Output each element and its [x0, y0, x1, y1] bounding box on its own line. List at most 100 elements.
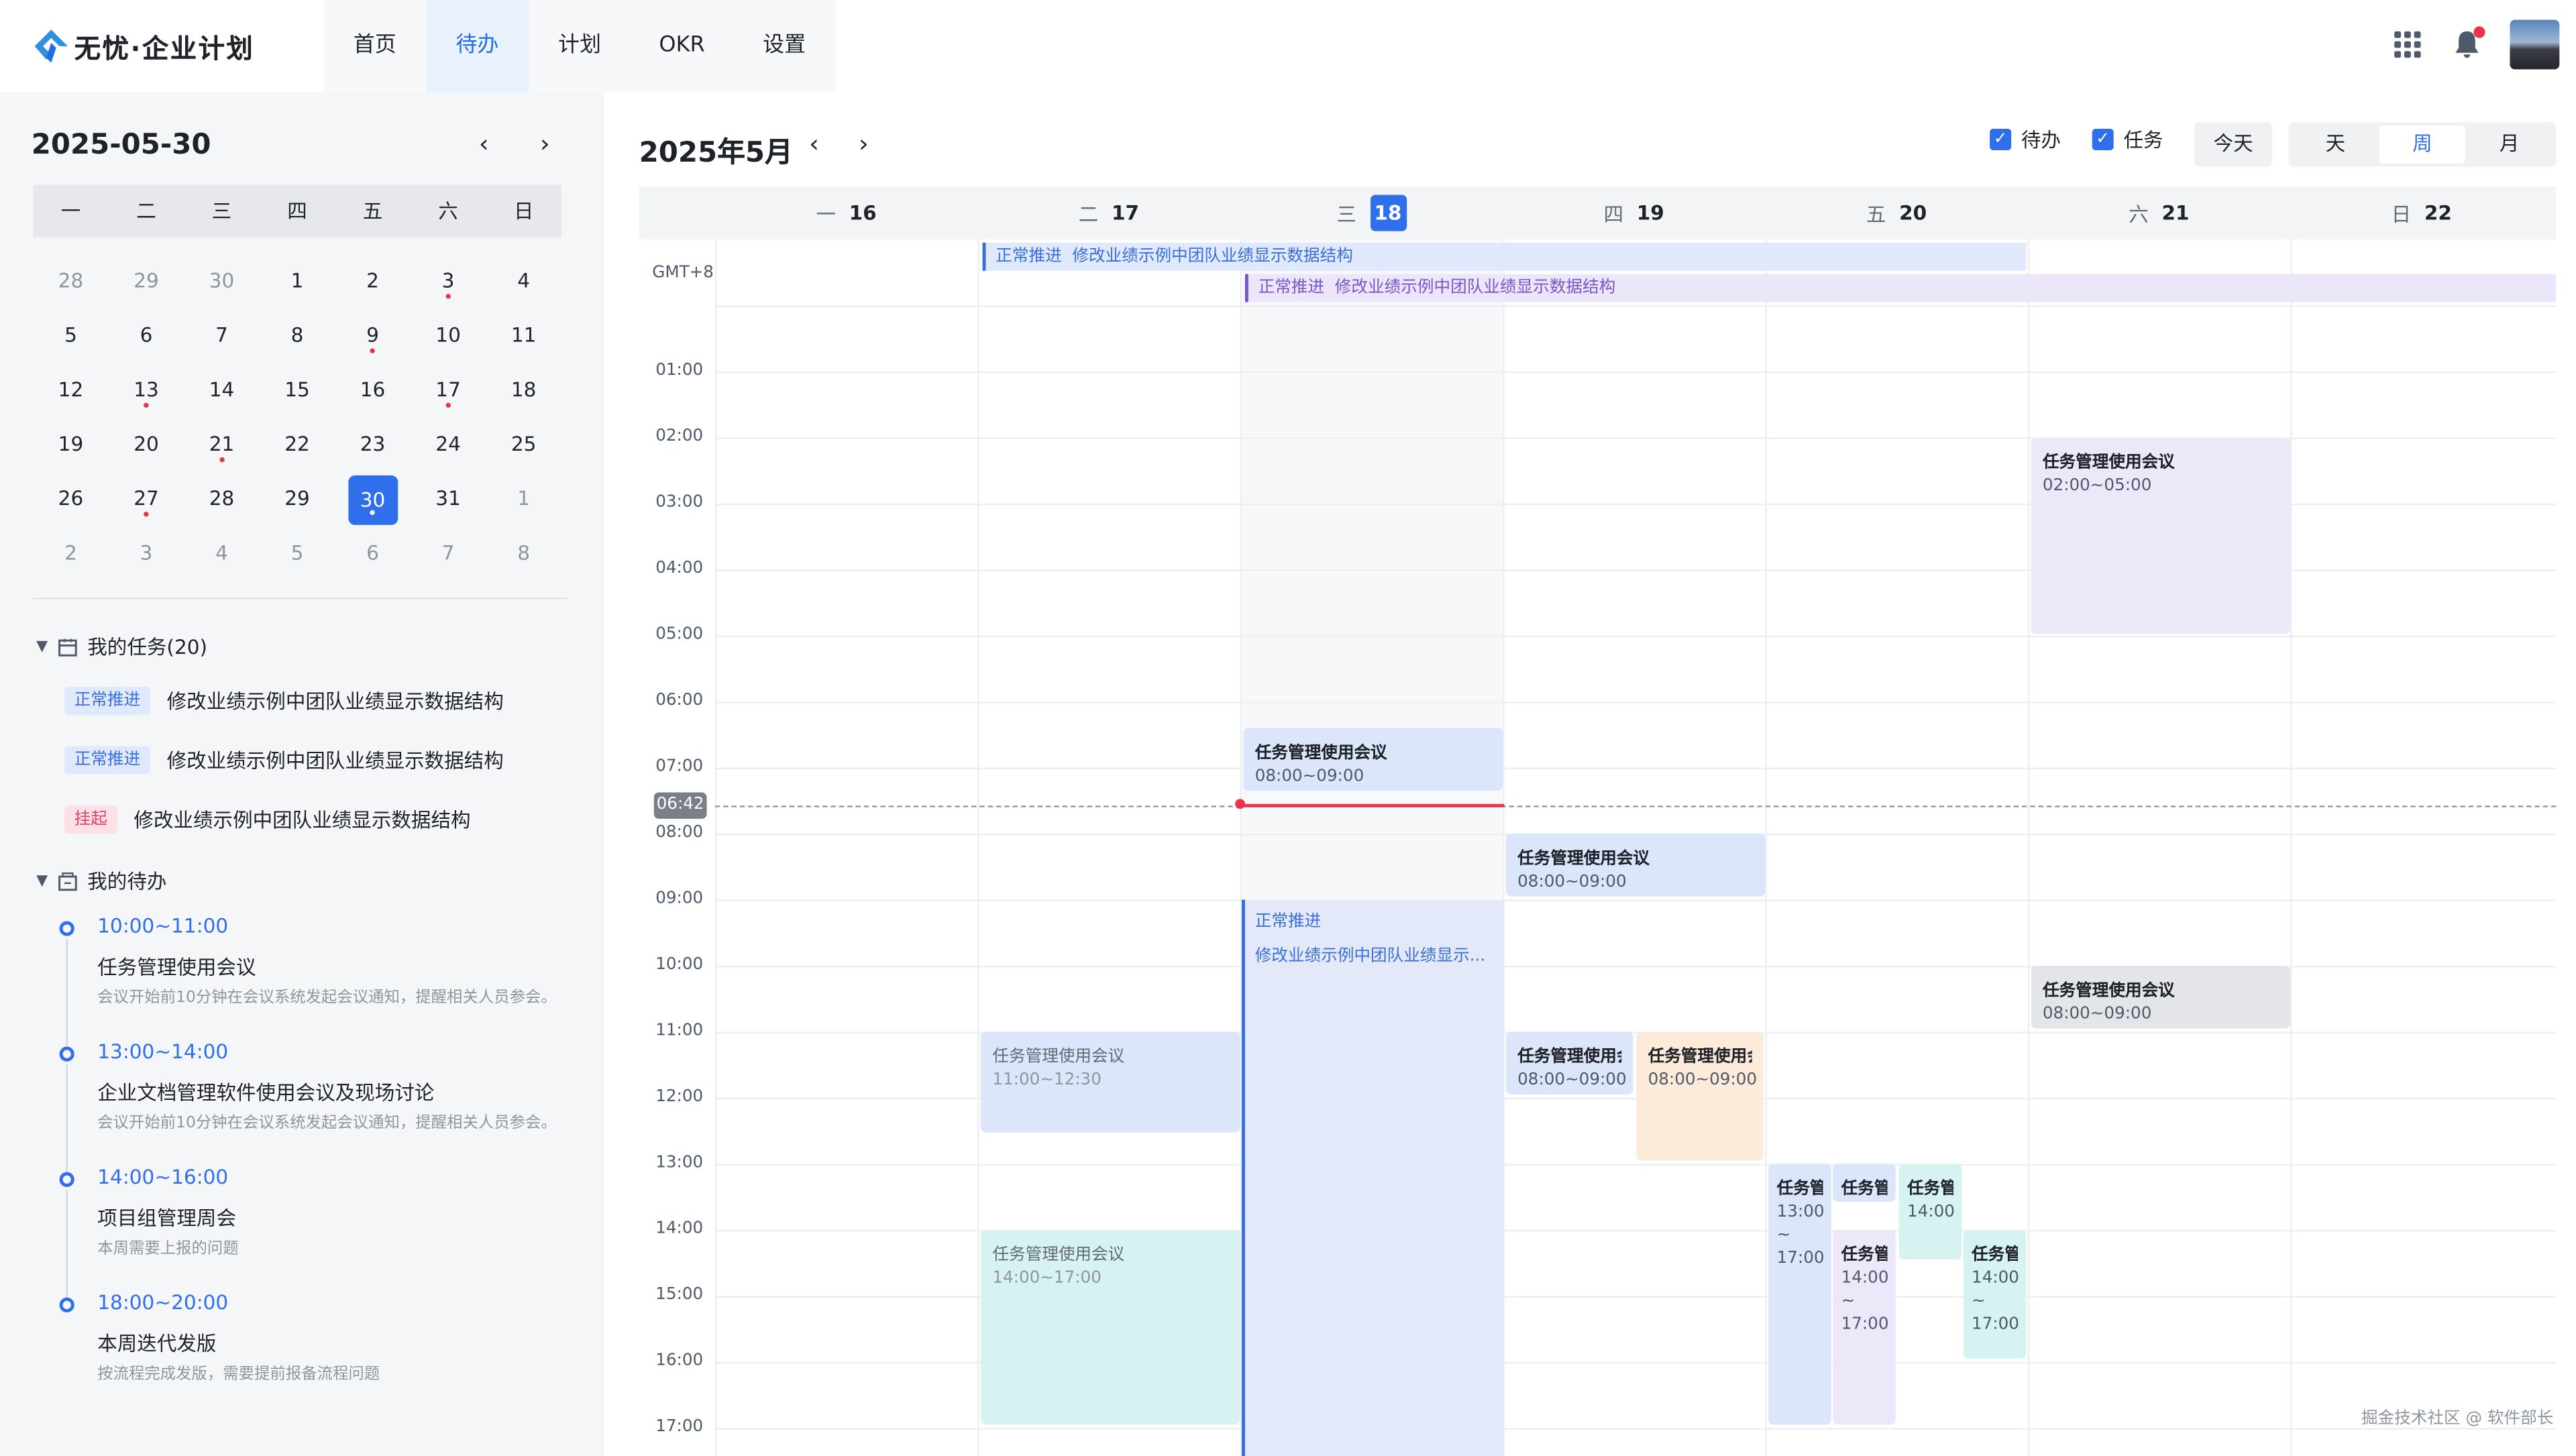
- mini-day[interactable]: 20: [109, 418, 184, 472]
- mini-day[interactable]: 8: [486, 526, 561, 581]
- mini-day[interactable]: 6: [109, 309, 184, 363]
- mini-day[interactable]: 4: [184, 526, 260, 581]
- mini-day[interactable]: 8: [260, 309, 335, 363]
- filter-task[interactable]: ✓ 任务: [2092, 125, 2163, 154]
- mini-day[interactable]: 14: [184, 363, 260, 418]
- calendar-event[interactable]: 任务管 14:00 ~ 17:00: [1833, 1229, 1896, 1425]
- calendar-event[interactable]: 任务管: [1833, 1164, 1896, 1202]
- calendar-event[interactable]: 任务管理使用会议 08:00~09:00: [1505, 1031, 1633, 1095]
- mini-day[interactable]: 25: [486, 418, 561, 472]
- mini-day[interactable]: 7: [184, 309, 260, 363]
- calendar-event[interactable]: 任务管理使用会议 11:00~12:30: [981, 1031, 1240, 1133]
- mini-day[interactable]: 18: [486, 363, 561, 418]
- mini-day[interactable]: 1: [486, 472, 561, 526]
- day-header[interactable]: 日 22: [2290, 186, 2553, 239]
- todo-item[interactable]: 14:00~16:00 项目组管理周会 本周需要上报的问题: [59, 1166, 588, 1303]
- day-header[interactable]: 四 19: [1503, 186, 1765, 239]
- mini-day[interactable]: 16: [335, 363, 411, 418]
- mini-day[interactable]: 1: [260, 254, 335, 309]
- day-header[interactable]: 六 21: [2028, 186, 2290, 239]
- mini-day[interactable]: 5: [260, 526, 335, 581]
- mini-day[interactable]: 22: [260, 418, 335, 472]
- view-month-button[interactable]: 月: [2466, 125, 2553, 164]
- mini-day[interactable]: 2: [335, 254, 411, 309]
- mini-day-number: 4: [215, 541, 228, 565]
- mini-day[interactable]: 28: [33, 254, 108, 309]
- mini-day[interactable]: 29: [260, 472, 335, 526]
- nav-settings[interactable]: 设置: [733, 0, 836, 93]
- mini-day[interactable]: 27: [109, 472, 184, 526]
- day-header[interactable]: 三 18: [1240, 186, 1503, 239]
- allday-event[interactable]: 正常推进 修改业绩示例中团队业绩显示数据结构: [1244, 274, 2557, 302]
- mini-day[interactable]: 15: [260, 363, 335, 418]
- todo-item[interactable]: 10:00~11:00 任务管理使用会议 会议开始前10分钟在会议系统发起会议通…: [59, 915, 588, 1052]
- event-dot-icon: [445, 294, 451, 299]
- calendar-event[interactable]: 任务管理使用会议 08:00~09:00: [1243, 728, 1503, 791]
- calendar-event[interactable]: 任务管 13:00 ~ 17:00: [1768, 1164, 1831, 1425]
- my-todos-header[interactable]: ▼ 我的待办: [36, 866, 166, 895]
- mini-day-selected[interactable]: 30: [335, 472, 411, 526]
- nav-plan[interactable]: 计划: [529, 0, 631, 93]
- mini-day[interactable]: 29: [109, 254, 184, 309]
- calendar-event[interactable]: 任务管理使用会议 08:00~09:00: [1636, 1031, 1764, 1161]
- calendar-event[interactable]: 任务管理使用会议 08:00~09:00: [1505, 834, 1766, 897]
- checkbox-checked-icon[interactable]: ✓: [2092, 128, 2114, 150]
- mini-day[interactable]: 10: [411, 309, 486, 363]
- avatar[interactable]: [2510, 19, 2560, 70]
- hour-label: 04:00: [655, 559, 704, 578]
- mini-day[interactable]: 24: [411, 418, 486, 472]
- mini-day[interactable]: 4: [486, 254, 561, 309]
- mini-day[interactable]: 31: [411, 472, 486, 526]
- allday-event[interactable]: 正常推进 修改业绩示例中团队业绩显示数据结构: [982, 242, 2027, 271]
- nav-okr[interactable]: OKR: [631, 0, 733, 93]
- filter-todo[interactable]: ✓ 待办: [1990, 125, 2061, 154]
- calendar-event[interactable]: 任务管 14:00 ~ 17:00: [1963, 1229, 2027, 1359]
- mini-day[interactable]: 5: [33, 309, 108, 363]
- event-tag: 正常推进: [1258, 278, 1325, 298]
- mini-day[interactable]: 28: [184, 472, 260, 526]
- mini-next-month-icon[interactable]: ›: [540, 129, 550, 158]
- mini-day[interactable]: 3: [109, 526, 184, 581]
- todo-item[interactable]: 13:00~14:00 企业文档管理软件使用会议及现场讨论 会议开始前10分钟在…: [59, 1040, 588, 1178]
- logo[interactable]: 无忧·企业计划: [33, 26, 254, 66]
- mini-calendar-title: 2025-05-30: [31, 128, 211, 162]
- mini-day[interactable]: 12: [33, 363, 108, 418]
- prev-week-icon[interactable]: ‹: [809, 129, 819, 158]
- mini-day[interactable]: 7: [411, 526, 486, 581]
- day-header[interactable]: 五 20: [1765, 186, 2027, 239]
- my-tasks-header[interactable]: ▼ 我的任务(20): [36, 632, 207, 661]
- checkbox-checked-icon[interactable]: ✓: [1990, 128, 2012, 150]
- task-item[interactable]: 正常推进 修改业绩示例中团队业绩显示数据结构: [64, 686, 504, 715]
- mini-day[interactable]: 30: [184, 254, 260, 309]
- mini-day[interactable]: 13: [109, 363, 184, 418]
- long-task-event[interactable]: 正常推进 修改业绩示例中团队业绩显示...: [1242, 899, 1505, 1456]
- calendar-event[interactable]: 任务管理使用会议 08:00~09:00: [2031, 965, 2291, 1029]
- next-week-icon[interactable]: ›: [859, 129, 869, 158]
- mini-day[interactable]: 9: [335, 309, 411, 363]
- view-week-button[interactable]: 周: [2379, 125, 2466, 164]
- bell-icon[interactable]: [2451, 26, 2485, 61]
- todo-item[interactable]: 18:00~20:00 本周迭代发版 按流程完成发版，需要提前报备流程问题: [59, 1291, 588, 1416]
- mini-prev-month-icon[interactable]: ‹: [479, 129, 489, 158]
- mini-day[interactable]: 23: [335, 418, 411, 472]
- mini-day[interactable]: 2: [33, 526, 108, 581]
- mini-day[interactable]: 17: [411, 363, 486, 418]
- mini-day[interactable]: 6: [335, 526, 411, 581]
- day-header[interactable]: 一 16: [715, 186, 977, 239]
- calendar-event[interactable]: 任务管理使用会议 02:00~05:00: [2031, 437, 2291, 634]
- mini-day[interactable]: 19: [33, 418, 108, 472]
- apps-grid-icon[interactable]: [2391, 28, 2424, 61]
- calendar-event[interactable]: 任务管理使用会议 14:00~17:00: [981, 1229, 1240, 1425]
- mini-day[interactable]: 11: [486, 309, 561, 363]
- nav-home[interactable]: 首页: [323, 0, 426, 93]
- task-item[interactable]: 正常推进 修改业绩示例中团队业绩显示数据结构: [64, 746, 504, 775]
- calendar-event[interactable]: 任务管 14:00: [1898, 1164, 1962, 1260]
- nav-todo[interactable]: 待办: [426, 0, 529, 93]
- task-item[interactable]: 挂起 修改业绩示例中团队业绩显示数据结构: [64, 805, 471, 834]
- day-header[interactable]: 二 17: [977, 186, 1240, 239]
- mini-day[interactable]: 21: [184, 418, 260, 472]
- view-day-button[interactable]: 天: [2292, 125, 2379, 164]
- today-button[interactable]: 今天: [2194, 122, 2273, 167]
- mini-day[interactable]: 3: [411, 254, 486, 309]
- mini-day[interactable]: 26: [33, 472, 108, 526]
